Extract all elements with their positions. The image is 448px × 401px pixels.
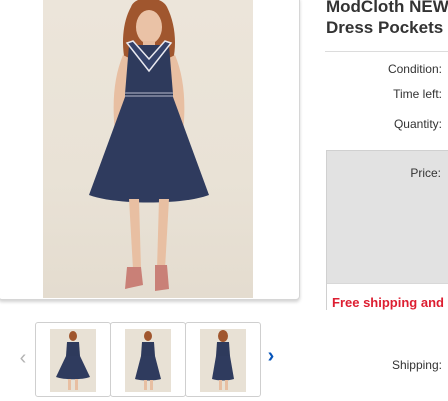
listing-title: ModCloth NEW Dress Pockets — [326, 0, 448, 38]
dress-model-illustration — [89, 0, 209, 291]
thumbnail-strip: ‹ › — [0, 314, 300, 401]
condition-label: Condition: — [387, 62, 442, 76]
listing-title-line-2: Dress Pockets — [326, 18, 444, 37]
chevron-left-icon[interactable]: ‹ — [14, 347, 32, 369]
shipping-label: Shipping: — [391, 358, 442, 372]
main-image-panel[interactable] — [0, 0, 300, 300]
title-divider — [325, 51, 448, 52]
listing-title-line-1: ModCloth NEW — [326, 0, 448, 16]
price-label: Price: — [410, 166, 441, 180]
thumbnail-3[interactable] — [185, 322, 261, 397]
free-shipping-text: Free shipping and — [332, 295, 444, 310]
thumbnail-2[interactable] — [110, 322, 186, 397]
chevron-right-icon[interactable]: › — [262, 345, 280, 367]
thumbnail-photo — [125, 329, 171, 392]
thumbnail-photo — [50, 329, 96, 392]
thumbnail-1[interactable] — [35, 322, 111, 397]
thumbnail-photo — [200, 329, 246, 392]
time-left-label: Time left: — [393, 87, 442, 101]
main-product-photo[interactable] — [43, 0, 253, 298]
quantity-label: Quantity: — [393, 117, 442, 131]
